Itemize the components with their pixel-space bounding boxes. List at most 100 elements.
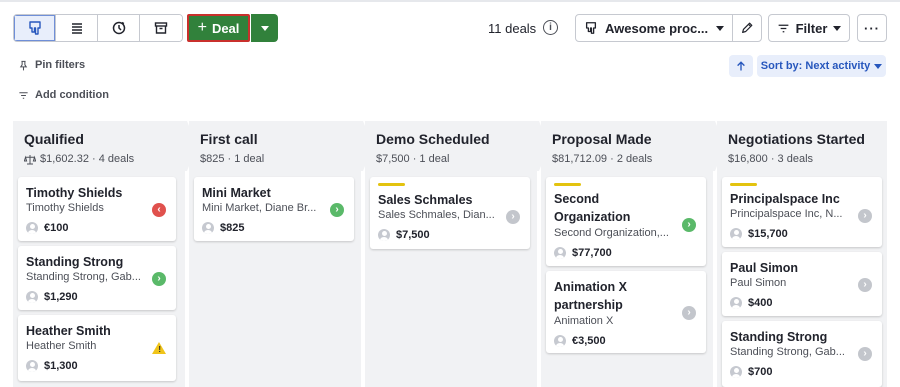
deal-value: $15,700	[730, 228, 788, 240]
stage-column-negotiations-started: Negotiations Started $16,800 · 3 deals P…	[717, 121, 887, 387]
no-activity-icon[interactable]: ›	[506, 210, 520, 224]
add-deal-button[interactable]: + Deal	[187, 14, 250, 42]
stage-title: First call	[200, 131, 258, 147]
edit-pipeline-button[interactable]	[732, 14, 762, 42]
filter-button[interactable]: Filter	[768, 14, 850, 42]
avatar	[730, 366, 742, 378]
pipeline-board-icon	[28, 21, 41, 35]
stage-header: Negotiations Started $16,800 · 3 deals	[717, 121, 887, 171]
deal-value-text: $7,500	[396, 229, 430, 241]
pencil-icon	[742, 22, 753, 33]
deal-contact: Paul Simon	[730, 277, 787, 289]
stage-title: Negotiations Started	[728, 131, 865, 147]
deal-value-text: $77,700	[572, 247, 612, 259]
pipeline-select[interactable]: Awesome proc...	[575, 14, 733, 42]
deal-value: €3,500	[554, 335, 606, 347]
deal-contact: Second Organization,...	[554, 227, 669, 239]
stage-column-first-call: First call $825 · 1 deal Mini Market Min…	[189, 121, 361, 387]
deal-card[interactable]: Standing Strong Standing Strong, Gab... …	[18, 246, 176, 310]
sort-direction-button[interactable]	[729, 55, 753, 77]
no-activity-icon[interactable]: ›	[858, 347, 872, 361]
deal-card[interactable]: Second Organization Second Organization,…	[546, 177, 706, 266]
add-condition-label: Add condition	[35, 89, 109, 101]
deal-card[interactable]: Heather Smith Heather Smith ! $1,300	[18, 315, 176, 381]
stage-summary: $81,712.09 · 2 deals	[552, 153, 653, 165]
deal-label-tag	[378, 183, 405, 186]
stage-title: Proposal Made	[552, 131, 652, 147]
pipeline-view-button[interactable]	[14, 15, 56, 41]
pin-icon	[19, 60, 28, 70]
stage-summary: $16,800 · 3 deals	[728, 153, 814, 165]
stage-title: Demo Scheduled	[376, 131, 490, 147]
archive-view-button[interactable]	[140, 15, 182, 41]
deal-title: Heather Smith	[26, 324, 111, 338]
filter-label: Filter	[795, 20, 828, 36]
pin-filters-label: Pin filters	[35, 59, 86, 71]
sort-by-dropdown[interactable]: Sort by: Next activity	[757, 55, 886, 77]
deal-card[interactable]: Timothy Shields Timothy Shields ‹ €100	[18, 177, 176, 241]
view-switcher	[13, 14, 183, 42]
deal-title: Second Organization	[554, 192, 631, 224]
add-deal-label: Deal	[211, 20, 240, 36]
deal-value-text: $825	[220, 222, 245, 234]
deal-card[interactable]: Standing Strong Standing Strong, Gab... …	[722, 321, 882, 387]
deal-value: $400	[730, 297, 772, 309]
forecast-view-button[interactable]	[98, 15, 140, 41]
no-activity-icon[interactable]: ›	[858, 209, 872, 223]
more-options-button[interactable]: ···	[857, 14, 887, 42]
info-icon[interactable]: i	[543, 20, 558, 35]
pipeline-board: Qualified $1,602.32 · 4 deals Timothy Sh…	[13, 121, 887, 387]
deal-label-tag	[730, 183, 757, 186]
avatar	[730, 228, 742, 240]
deal-value: $1,300	[26, 360, 78, 372]
no-activity-icon[interactable]: ›	[858, 278, 872, 292]
chevron-down-icon	[260, 25, 269, 31]
planned-activity-icon[interactable]: ›	[152, 272, 166, 286]
pin-filters-button[interactable]: Pin filters	[18, 59, 85, 71]
stage-column-qualified: Qualified $1,602.32 · 4 deals Timothy Sh…	[13, 121, 185, 387]
stage-column-proposal-made: Proposal Made $81,712.09 · 2 deals Secon…	[541, 121, 713, 387]
overdue-activity-icon[interactable]: ‹	[152, 203, 166, 217]
stage-header: Proposal Made $81,712.09 · 2 deals	[541, 121, 713, 171]
warning-mark: !	[158, 345, 161, 354]
deal-title: Standing Strong	[730, 330, 828, 344]
stage-summary: $7,500 · 1 deal	[376, 153, 450, 165]
list-view-button[interactable]	[56, 15, 98, 41]
stage-title: Qualified	[24, 131, 84, 147]
deal-card[interactable]: Sales Schmales Sales Schmales, Dian... ›…	[370, 177, 530, 249]
avatar	[730, 297, 742, 309]
deal-card[interactable]: Principalspace Inc Principalspace Inc, N…	[722, 177, 882, 247]
list-icon	[71, 23, 82, 34]
planned-activity-icon[interactable]: ›	[682, 218, 696, 232]
deal-contact: Sales Schmales, Dian...	[378, 209, 495, 221]
deal-value-text: $700	[748, 366, 773, 378]
no-activity-icon[interactable]: ›	[682, 306, 696, 320]
deal-value: $700	[730, 366, 772, 378]
deal-value: €100	[26, 222, 68, 234]
add-condition-button[interactable]: Add condition	[18, 89, 109, 101]
deal-contact: Timothy Shields	[26, 202, 104, 214]
stage-summary: $1,602.32 · 4 deals	[24, 153, 134, 165]
deal-card[interactable]: Mini Market Mini Market, Diane Br... › $…	[194, 177, 354, 241]
deal-label-tag	[554, 183, 581, 186]
deal-contact: Principalspace Inc, N...	[730, 208, 843, 220]
plus-icon: +	[197, 19, 207, 36]
deal-value: $77,700	[554, 247, 612, 259]
deal-card[interactable]: Animation X partnership Animation X › €3…	[546, 271, 706, 353]
deal-card[interactable]: Paul Simon Paul Simon › $400	[722, 252, 882, 316]
avatar	[26, 291, 38, 303]
deal-value-text: €100	[44, 222, 69, 234]
top-border	[0, 0, 900, 2]
deal-contact: Mini Market, Diane Br...	[202, 202, 317, 214]
filter-icon	[778, 24, 788, 32]
add-deal-dropdown-button[interactable]	[251, 14, 278, 42]
deal-value-text: $15,700	[748, 228, 788, 240]
stage-summary-text: $1,602.32 · 4 deals	[40, 153, 135, 165]
stage-header: Demo Scheduled $7,500 · 1 deal	[365, 121, 537, 171]
stage-header: Qualified $1,602.32 · 4 deals	[13, 121, 185, 171]
avatar	[202, 222, 214, 234]
deal-contact: Standing Strong, Gab...	[730, 346, 845, 358]
planned-activity-icon[interactable]: ›	[330, 203, 344, 217]
forecast-icon	[112, 21, 125, 35]
deal-value: $825	[202, 222, 244, 234]
